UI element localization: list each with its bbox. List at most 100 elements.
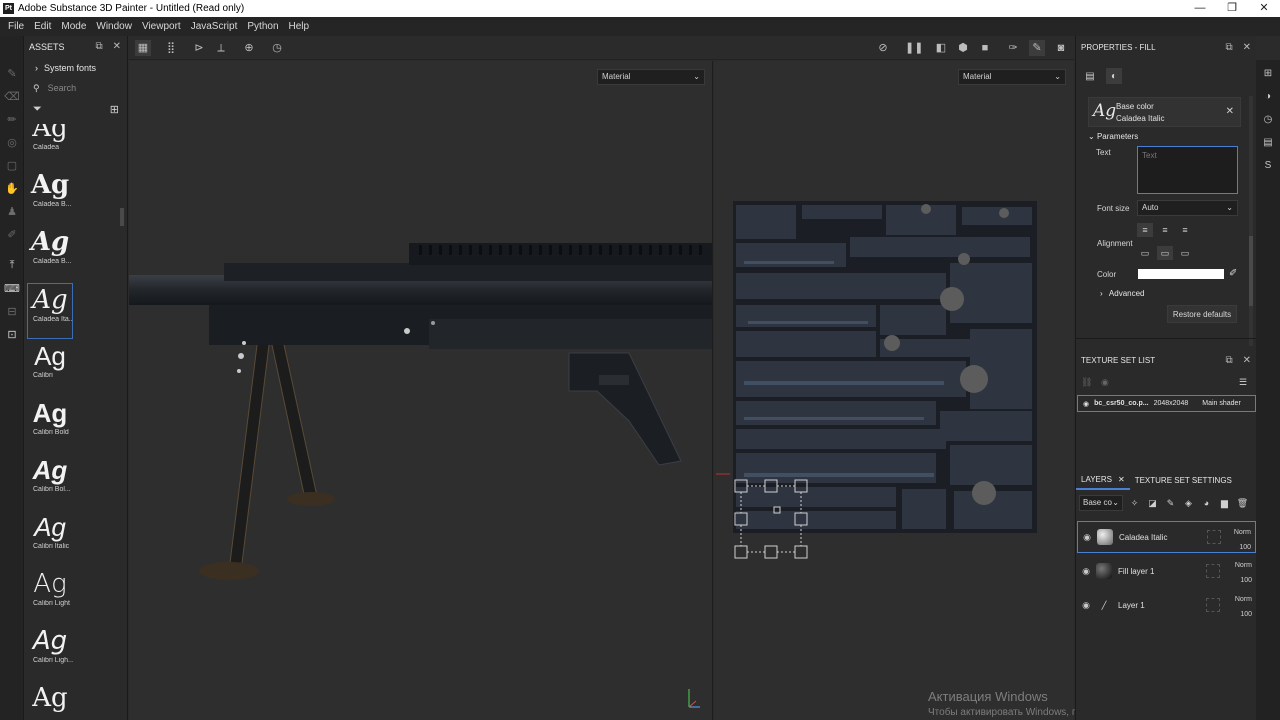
- grid-view-icon[interactable]: ⊞: [110, 103, 119, 116]
- mirror-icon[interactable]: ⊳: [191, 40, 207, 56]
- layer-mask-slot[interactable]: [1206, 564, 1220, 578]
- visibility-toggle-icon[interactable]: ◉: [1101, 377, 1109, 387]
- menu-viewport[interactable]: Viewport: [142, 21, 181, 32]
- tab-layers[interactable]: LAYERS ✕: [1076, 470, 1130, 490]
- font-asset-item[interactable]: Ag Calibri Bol...: [27, 454, 73, 510]
- font-asset-item[interactable]: Ag Calibri Ligh...: [27, 625, 73, 681]
- add-icon[interactable]: ⊕: [241, 40, 257, 56]
- clone-icon[interactable]: ♟: [0, 200, 24, 223]
- camera-icon[interactable]: ■: [977, 40, 993, 56]
- close-tab-icon[interactable]: ✕: [1118, 475, 1125, 484]
- close-panel-icon[interactable]: ✕: [113, 41, 121, 52]
- font-asset-item[interactable]: Ag Calibri Italic: [27, 511, 73, 567]
- brush-settings-icon[interactable]: ✑: [1005, 40, 1021, 56]
- menu-javascript[interactable]: JavaScript: [191, 21, 238, 32]
- properties-scrollbar[interactable]: [1249, 96, 1253, 346]
- viewport-3d[interactable]: Material ⌄: [129, 61, 713, 720]
- layer-blend[interactable]: Norm 100: [1235, 592, 1252, 622]
- add-fill-layer-icon[interactable]: ◈: [1182, 498, 1195, 509]
- font-asset-item[interactable]: Ag: [27, 682, 73, 720]
- hide-icon[interactable]: ⊘: [875, 40, 891, 56]
- layer-visibility-icon[interactable]: ◉: [1079, 532, 1095, 543]
- projection-icon[interactable]: ✏: [0, 108, 24, 131]
- align-middle-icon[interactable]: ▭: [1157, 246, 1173, 260]
- substance-share-icon[interactable]: S: [1256, 154, 1280, 177]
- filter-icon[interactable]: ⏷: [33, 103, 42, 116]
- font-asset-item[interactable]: Ag Caladea B...: [27, 226, 73, 282]
- assets-scrollbar[interactable]: [120, 208, 124, 226]
- layer-row[interactable]: ◉ Caladea Italic Norm 100: [1077, 521, 1256, 553]
- viewport-2d[interactable]: Material ⌄: [714, 61, 1074, 720]
- restore-defaults-button[interactable]: Restore defaults: [1167, 305, 1237, 323]
- smudge-icon[interactable]: ✋: [0, 177, 24, 200]
- parameters-section[interactable]: ⌄ Parameters: [1088, 132, 1138, 141]
- layer-mask-slot[interactable]: [1206, 598, 1220, 612]
- assets-search[interactable]: ⚲ Search: [25, 78, 127, 98]
- align-center-icon[interactable]: ≡: [1157, 223, 1173, 237]
- remove-resource-icon[interactable]: ✕: [1226, 106, 1234, 117]
- menu-window[interactable]: Window: [96, 21, 132, 32]
- layer-mask-slot[interactable]: [1207, 530, 1221, 544]
- font-asset-item[interactable]: Ag Caladea B...: [27, 169, 73, 225]
- delete-layer-icon[interactable]: 🗑: [1236, 498, 1249, 509]
- font-asset-item[interactable]: Ag Calibri: [27, 340, 73, 396]
- screenshot-icon[interactable]: ◙: [1053, 40, 1069, 56]
- float-panel-icon[interactable]: ⧉: [95, 41, 102, 52]
- close-window-button[interactable]: ✕: [1248, 0, 1280, 17]
- tree-system-fonts[interactable]: › System fonts: [25, 58, 127, 78]
- text-tool-icon[interactable]: ⌨: [0, 277, 24, 300]
- symmetry-icon[interactable]: ⟂: [213, 40, 229, 56]
- align-left-icon[interactable]: ≡: [1137, 223, 1153, 237]
- align-right-icon[interactable]: ≡: [1177, 223, 1193, 237]
- font-asset-item[interactable]: Ag Caladea Ita...: [27, 283, 73, 339]
- material-sphere-icon[interactable]: ◐: [1106, 68, 1122, 84]
- bake-icon[interactable]: ⤒: [0, 254, 24, 277]
- text-input[interactable]: Text: [1137, 146, 1238, 194]
- color-swatch[interactable]: [1138, 269, 1224, 279]
- channel-select[interactable]: Base co ⌄: [1079, 495, 1123, 511]
- menu-help[interactable]: Help: [289, 21, 310, 32]
- pause-icon[interactable]: ❚❚: [905, 40, 923, 56]
- eyedropper-icon[interactable]: ✐: [1229, 268, 1237, 279]
- layer-properties-icon[interactable]: ▤: [1082, 68, 1098, 84]
- layer-blend[interactable]: Norm 100: [1235, 558, 1252, 588]
- align-bottom-icon[interactable]: ▭: [1177, 246, 1193, 260]
- link-icon[interactable]: ⛓: [1081, 377, 1092, 387]
- float-texture-list-icon[interactable]: ⧉: [1225, 355, 1232, 366]
- close-texture-list-icon[interactable]: ✕: [1243, 355, 1251, 366]
- geometry-mask-icon[interactable]: ◎: [0, 131, 24, 154]
- minimize-button[interactable]: —: [1184, 0, 1216, 17]
- layer-row[interactable]: ◉ Fill layer 1 Norm 100: [1077, 555, 1256, 587]
- layer-visibility-icon[interactable]: ◉: [1078, 566, 1094, 577]
- texture-set-row[interactable]: ◉ bc_csr50_co.p... 2048x2048 Main shader: [1077, 395, 1256, 412]
- menu-mode[interactable]: Mode: [61, 21, 86, 32]
- measure-icon[interactable]: ⊟: [0, 300, 24, 323]
- polygon-fill-icon[interactable]: ▢: [0, 154, 24, 177]
- layer-blend[interactable]: Norm 100: [1234, 525, 1251, 555]
- fill-tool-icon[interactable]: ⊡: [0, 323, 24, 346]
- paint-mode-icon[interactable]: ✎: [1029, 40, 1045, 56]
- list-menu-icon[interactable]: ☰: [1239, 377, 1247, 388]
- menu-edit[interactable]: Edit: [34, 21, 51, 32]
- picker-icon[interactable]: ✐: [0, 223, 24, 246]
- font-asset-item[interactable]: Ag Calibri Light: [27, 568, 73, 624]
- float-properties-icon[interactable]: ⧉: [1225, 42, 1232, 53]
- layer-row[interactable]: ◉ ╱ Layer 1 Norm 100: [1077, 589, 1256, 621]
- eye-icon[interactable]: ◉: [1083, 400, 1089, 408]
- menu-file[interactable]: File: [8, 21, 24, 32]
- close-properties-icon[interactable]: ✕: [1243, 42, 1251, 53]
- font-asset-item[interactable]: Ag Calibri Bold: [27, 397, 73, 453]
- menu-python[interactable]: Python: [247, 21, 278, 32]
- eraser-icon[interactable]: ⌫: [0, 85, 24, 108]
- advanced-section[interactable]: › Advanced: [1100, 289, 1145, 298]
- layout-single-icon[interactable]: ▦: [135, 40, 151, 56]
- log-icon[interactable]: ▤: [1256, 131, 1280, 154]
- paint-brush-icon[interactable]: ✎: [0, 62, 24, 85]
- time-icon[interactable]: ◷: [269, 40, 285, 56]
- cube-icon[interactable]: ⬢: [955, 40, 971, 56]
- texture-set-icon[interactable]: ⊞: [1256, 62, 1280, 85]
- layer-visibility-icon[interactable]: ◉: [1078, 600, 1094, 611]
- display-settings-icon[interactable]: ◑: [1256, 85, 1280, 108]
- add-folder-icon[interactable]: ▆: [1218, 498, 1231, 509]
- add-paint-layer-icon[interactable]: ✎: [1164, 498, 1177, 509]
